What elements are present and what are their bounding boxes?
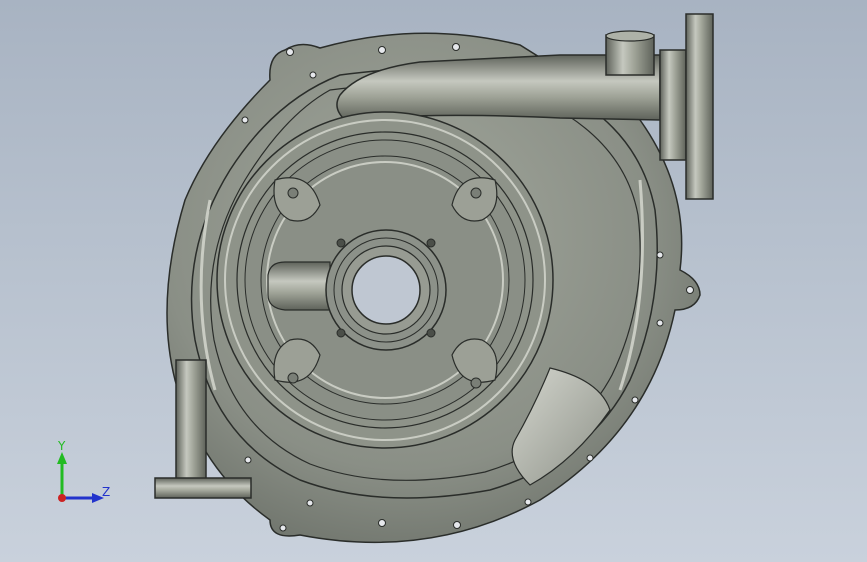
y-axis-arrowhead [57, 452, 67, 464]
pump-casing-model[interactable] [0, 0, 867, 562]
y-axis-label: Y [57, 439, 66, 453]
hub-rib [267, 261, 331, 311]
x-axis-point [58, 494, 66, 502]
z-axis-label: Z [102, 485, 110, 499]
axis-triad: Y Z [40, 438, 120, 518]
3d-viewport[interactable]: Y Z [0, 0, 867, 562]
